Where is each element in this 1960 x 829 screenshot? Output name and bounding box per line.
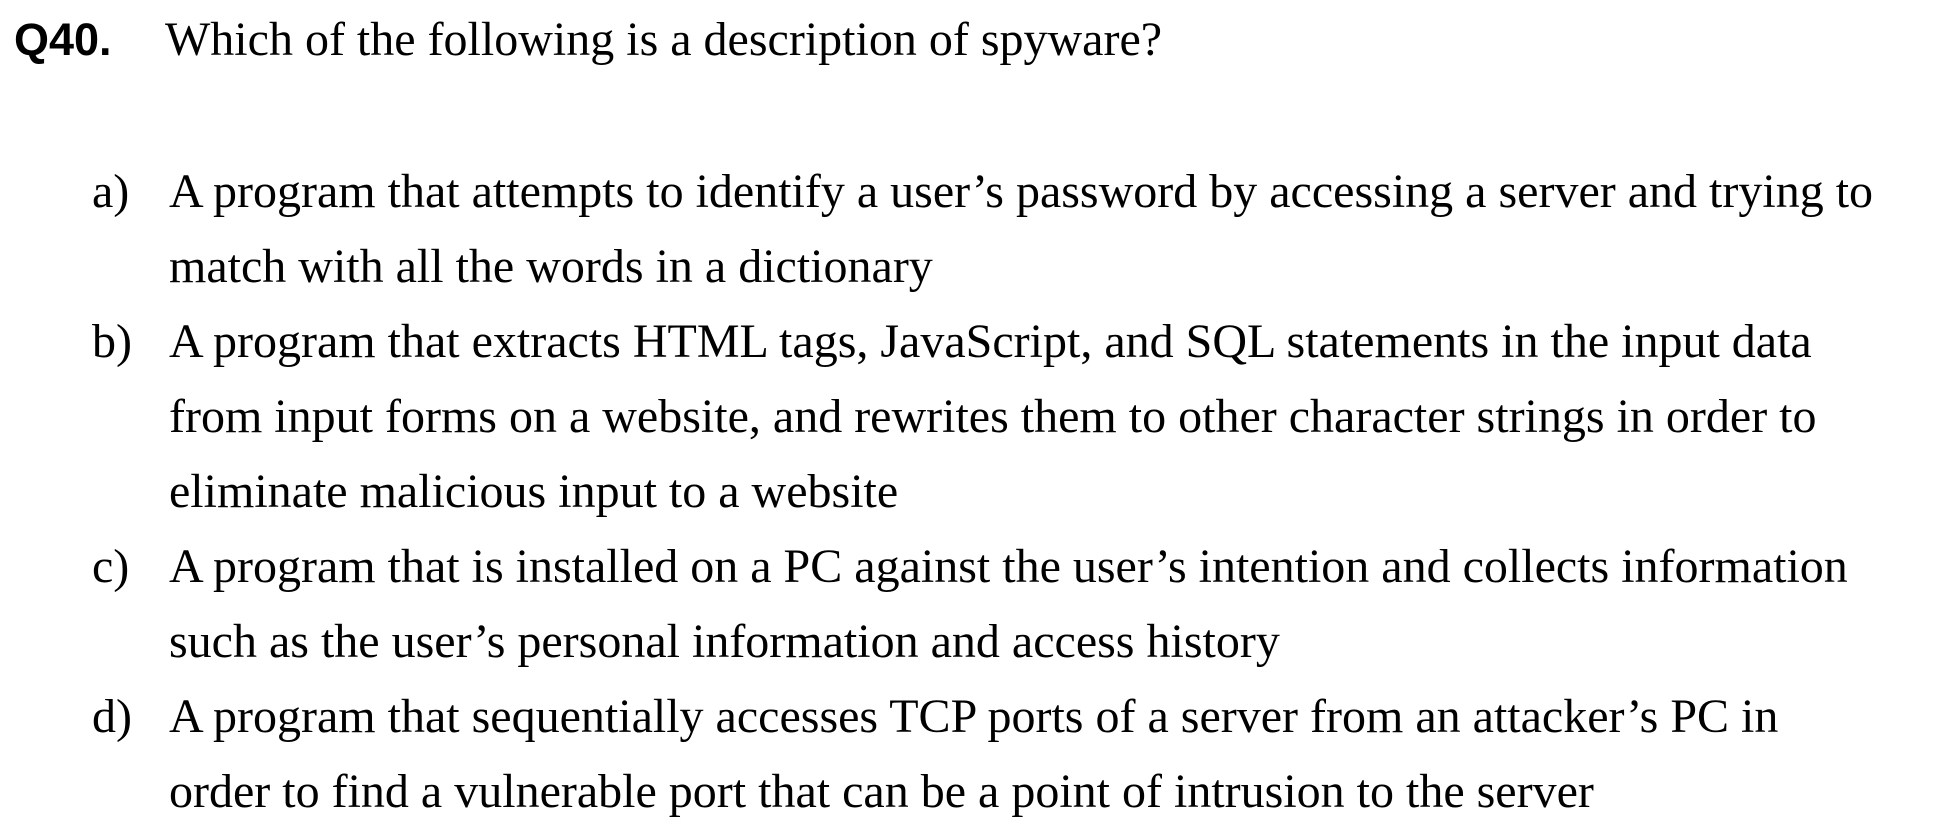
option-letter: b) bbox=[92, 315, 132, 368]
question-text: Which of the following is a description … bbox=[165, 13, 1163, 66]
answer-option-d[interactable]: d) A program that sequentially accesses … bbox=[0, 679, 1960, 829]
answer-option-a[interactable]: a) A program that attempts to identify a… bbox=[0, 154, 1960, 304]
answer-options-list: a) A program that attempts to identify a… bbox=[0, 154, 1960, 829]
option-text: A program that sequentially accesses TCP… bbox=[169, 690, 1779, 818]
option-text: A program that extracts HTML tags, JavaS… bbox=[169, 315, 1817, 518]
answer-option-c[interactable]: c) A program that is installed on a PC a… bbox=[0, 529, 1960, 679]
option-letter: d) bbox=[92, 690, 132, 743]
question-header: Q40. Which of the following is a descrip… bbox=[14, 2, 1944, 72]
option-text: A program that attempts to identify a us… bbox=[169, 165, 1874, 293]
option-text: A program that is installed on a PC agai… bbox=[169, 540, 1848, 668]
answer-option-b[interactable]: b) A program that extracts HTML tags, Ja… bbox=[0, 304, 1960, 529]
option-letter: a) bbox=[92, 165, 130, 218]
option-letter: c) bbox=[92, 540, 130, 593]
question-number: Q40. bbox=[14, 14, 112, 65]
